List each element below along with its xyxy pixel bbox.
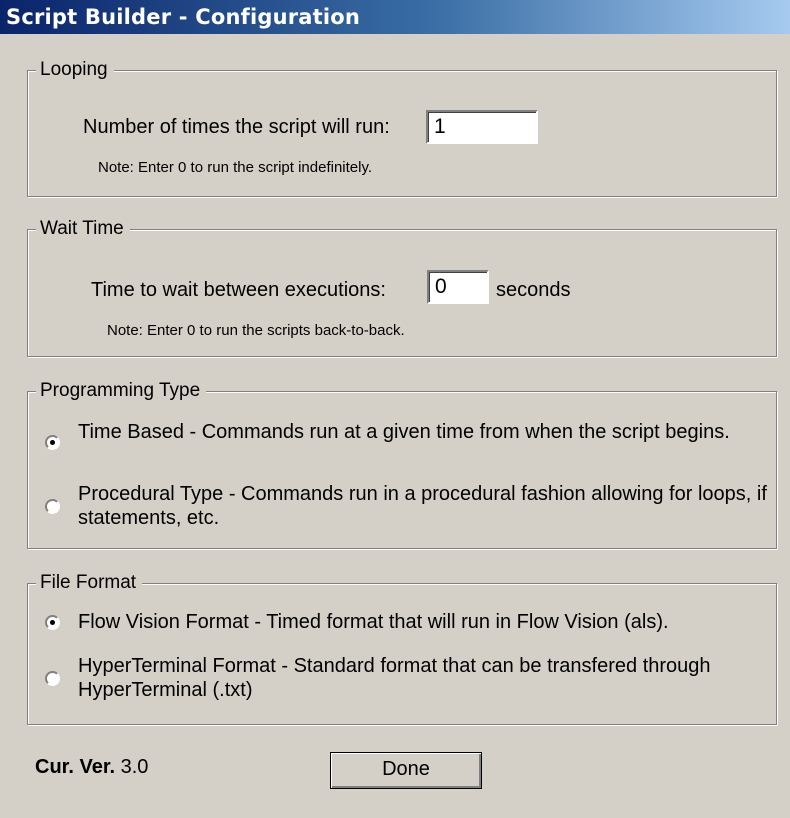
flow-vision-radio[interactable] [45, 615, 60, 630]
wait-time-note: Note: Enter 0 to run the scripts back-to… [107, 322, 405, 339]
looping-group: Looping Number of times the script will … [27, 58, 777, 197]
wait-time-group: Wait Time Time to wait between execution… [27, 217, 777, 357]
hyperterminal-radio[interactable] [45, 671, 60, 686]
programming-type-legend: Programming Type [36, 379, 207, 403]
procedural-option[interactable]: Procedural Type - Commands run in a proc… [45, 482, 768, 532]
time-based-radio[interactable] [45, 435, 60, 450]
run-count-label: Number of times the script will run: [83, 116, 390, 138]
file-format-legend: File Format [36, 571, 143, 595]
run-count-input[interactable]: 1 [426, 110, 538, 144]
time-based-label[interactable]: Time Based - Commands run at a given tim… [78, 420, 768, 444]
wait-time-input[interactable]: 0 [427, 270, 489, 304]
wait-time-unit: seconds [496, 279, 571, 301]
version-info: Cur. Ver. 3.0 [35, 756, 148, 779]
title-bar[interactable]: Script Builder - Configuration [0, 0, 790, 34]
looping-note: Note: Enter 0 to run the script indefini… [98, 159, 373, 176]
version-label: Cur. Ver. [35, 756, 116, 778]
file-format-group: File Format Flow Vision Format - Timed f… [27, 571, 777, 725]
hyperterminal-label[interactable]: HyperTerminal Format - Standard format t… [78, 654, 768, 702]
window-title: Script Builder - Configuration [6, 5, 361, 29]
hyperterminal-option[interactable]: HyperTerminal Format - Standard format t… [45, 654, 765, 704]
flow-vision-label[interactable]: Flow Vision Format - Timed format that w… [78, 610, 768, 634]
wait-time-label: Time to wait between executions: [91, 279, 386, 301]
flow-vision-option[interactable]: Flow Vision Format - Timed format that w… [45, 610, 765, 638]
done-button[interactable]: Done [330, 752, 482, 789]
time-based-option[interactable]: Time Based - Commands run at a given tim… [45, 420, 765, 470]
wait-time-legend: Wait Time [36, 217, 130, 241]
programming-type-group: Programming Type Time Based - Commands r… [27, 379, 777, 549]
looping-legend: Looping [36, 58, 114, 82]
procedural-radio[interactable] [45, 499, 60, 514]
procedural-label[interactable]: Procedural Type - Commands run in a proc… [78, 482, 768, 530]
version-value: 3.0 [120, 756, 149, 778]
